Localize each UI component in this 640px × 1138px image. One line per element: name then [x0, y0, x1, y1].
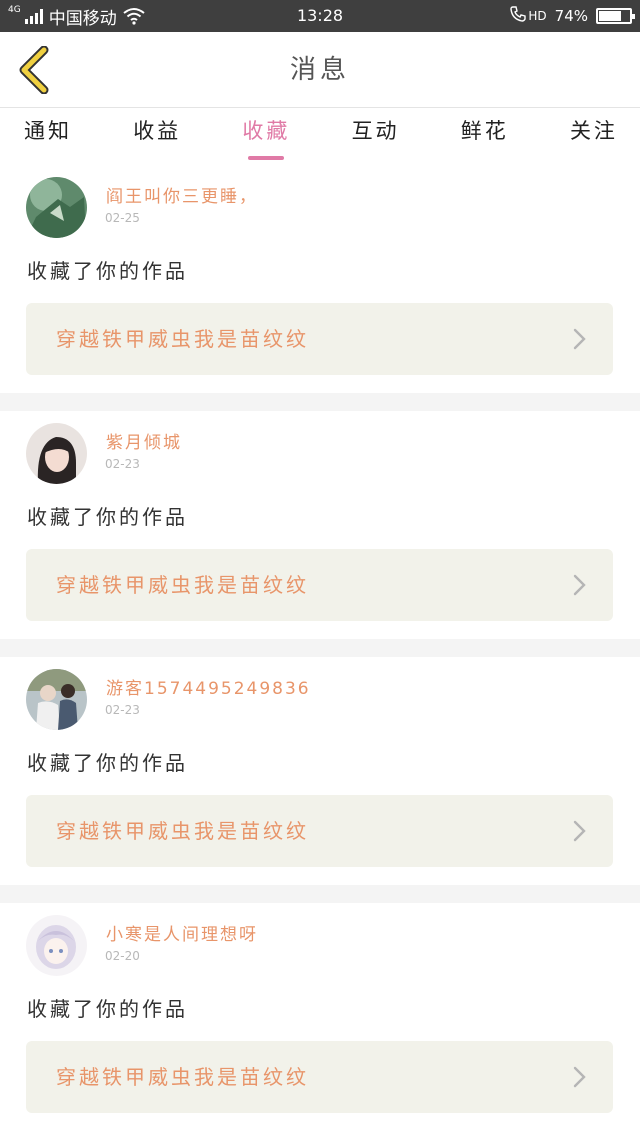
avatar[interactable] [26, 423, 87, 484]
message-date: 02-23 [105, 457, 140, 471]
message-text: 收藏了你的作品 [27, 259, 188, 283]
work-link[interactable]: 穿越铁甲威虫我是苗纹纹 [26, 795, 613, 867]
chevron-right-icon [573, 820, 586, 842]
hd-label: HD [528, 9, 547, 23]
user-name[interactable]: 阎王叫你三更睡， [106, 182, 258, 207]
chevron-right-icon [573, 1066, 586, 1088]
work-title: 穿越铁甲威虫我是苗纹纹 [56, 327, 309, 351]
work-link[interactable]: 穿越铁甲威虫我是苗纹纹 [26, 303, 613, 375]
avatar[interactable] [26, 177, 87, 238]
work-title: 穿越铁甲威虫我是苗纹纹 [56, 1065, 309, 1089]
tab-interactions[interactable]: 互动 [352, 109, 400, 165]
app-header: 消息 [0, 32, 640, 108]
separator [0, 639, 640, 657]
separator [0, 885, 640, 903]
tab-favorites[interactable]: 收藏 [242, 109, 290, 165]
battery-percent: 74% [554, 7, 588, 25]
user-name[interactable]: 小寒是人间理想呀 [106, 920, 258, 945]
phone-icon [510, 6, 527, 26]
user-name[interactable]: 紫月倾城 [106, 428, 182, 453]
tab-notifications[interactable]: 通知 [24, 109, 72, 165]
list-item: 紫月倾城 02-23 收藏了你的作品 穿越铁甲威虫我是苗纹纹 [0, 411, 640, 639]
tab-flowers[interactable]: 鲜花 [461, 109, 509, 165]
message-date: 02-20 [105, 949, 140, 963]
avatar[interactable] [26, 669, 87, 730]
message-list: 阎王叫你三更睡， 02-25 收藏了你的作品 穿越铁甲威虫我是苗纹纹 紫月倾城 … [0, 165, 640, 1131]
message-text: 收藏了你的作品 [27, 997, 188, 1021]
separator [0, 393, 640, 411]
message-date: 02-25 [105, 211, 140, 225]
status-bar: 4G 中国移动 13:28 HD 74% [0, 0, 640, 32]
work-link[interactable]: 穿越铁甲威虫我是苗纹纹 [26, 549, 613, 621]
message-text: 收藏了你的作品 [27, 751, 188, 775]
list-item: 阎王叫你三更睡， 02-25 收藏了你的作品 穿越铁甲威虫我是苗纹纹 [0, 165, 640, 393]
chevron-right-icon [573, 328, 586, 350]
message-text: 收藏了你的作品 [27, 505, 188, 529]
tab-follows[interactable]: 关注 [570, 109, 618, 165]
list-item: 小寒是人间理想呀 02-20 收藏了你的作品 穿越铁甲威虫我是苗纹纹 [0, 903, 640, 1131]
list-item: 游客1574495249836 02-23 收藏了你的作品 穿越铁甲威虫我是苗纹… [0, 657, 640, 885]
work-title: 穿越铁甲威虫我是苗纹纹 [56, 819, 309, 843]
page-title: 消息 [289, 55, 350, 85]
back-arrow-icon [19, 45, 49, 95]
tab-earnings[interactable]: 收益 [133, 109, 181, 165]
chevron-right-icon [573, 574, 586, 596]
back-button[interactable] [14, 45, 54, 95]
tab-bar: 通知 收益 收藏 互动 鲜花 关注 [0, 109, 640, 165]
work-title: 穿越铁甲威虫我是苗纹纹 [56, 573, 309, 597]
battery-fill [599, 11, 622, 21]
battery-icon [596, 8, 635, 24]
work-link[interactable]: 穿越铁甲威虫我是苗纹纹 [26, 1041, 613, 1113]
message-date: 02-23 [105, 703, 140, 717]
avatar[interactable] [26, 915, 87, 976]
status-right: HD 74% [510, 0, 635, 32]
user-name[interactable]: 游客1574495249836 [106, 674, 311, 699]
